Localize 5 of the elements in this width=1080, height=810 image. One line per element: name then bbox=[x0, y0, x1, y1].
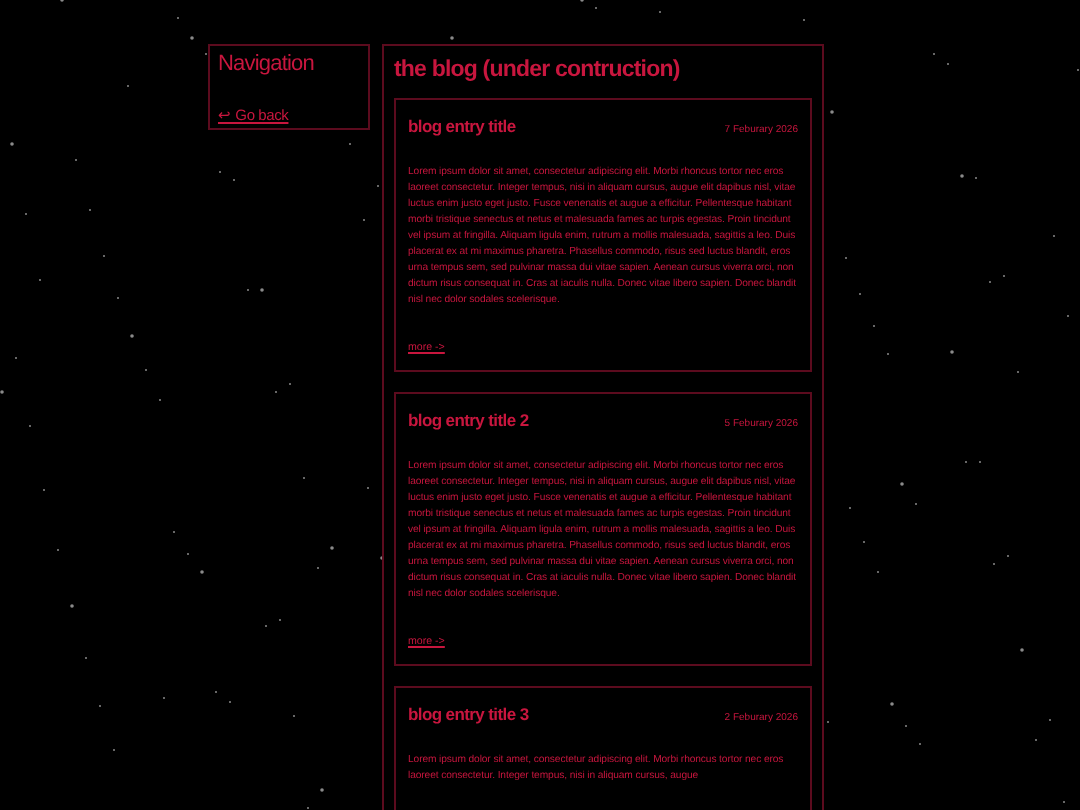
entry-title: blog entry title 2 bbox=[408, 410, 529, 430]
blog-title: the blog (under contruction) bbox=[394, 58, 682, 82]
entry-title: blog entry title bbox=[408, 116, 516, 136]
entry-title: blog entry title 3 bbox=[408, 704, 529, 724]
navigation-title: Navigation bbox=[218, 52, 316, 76]
